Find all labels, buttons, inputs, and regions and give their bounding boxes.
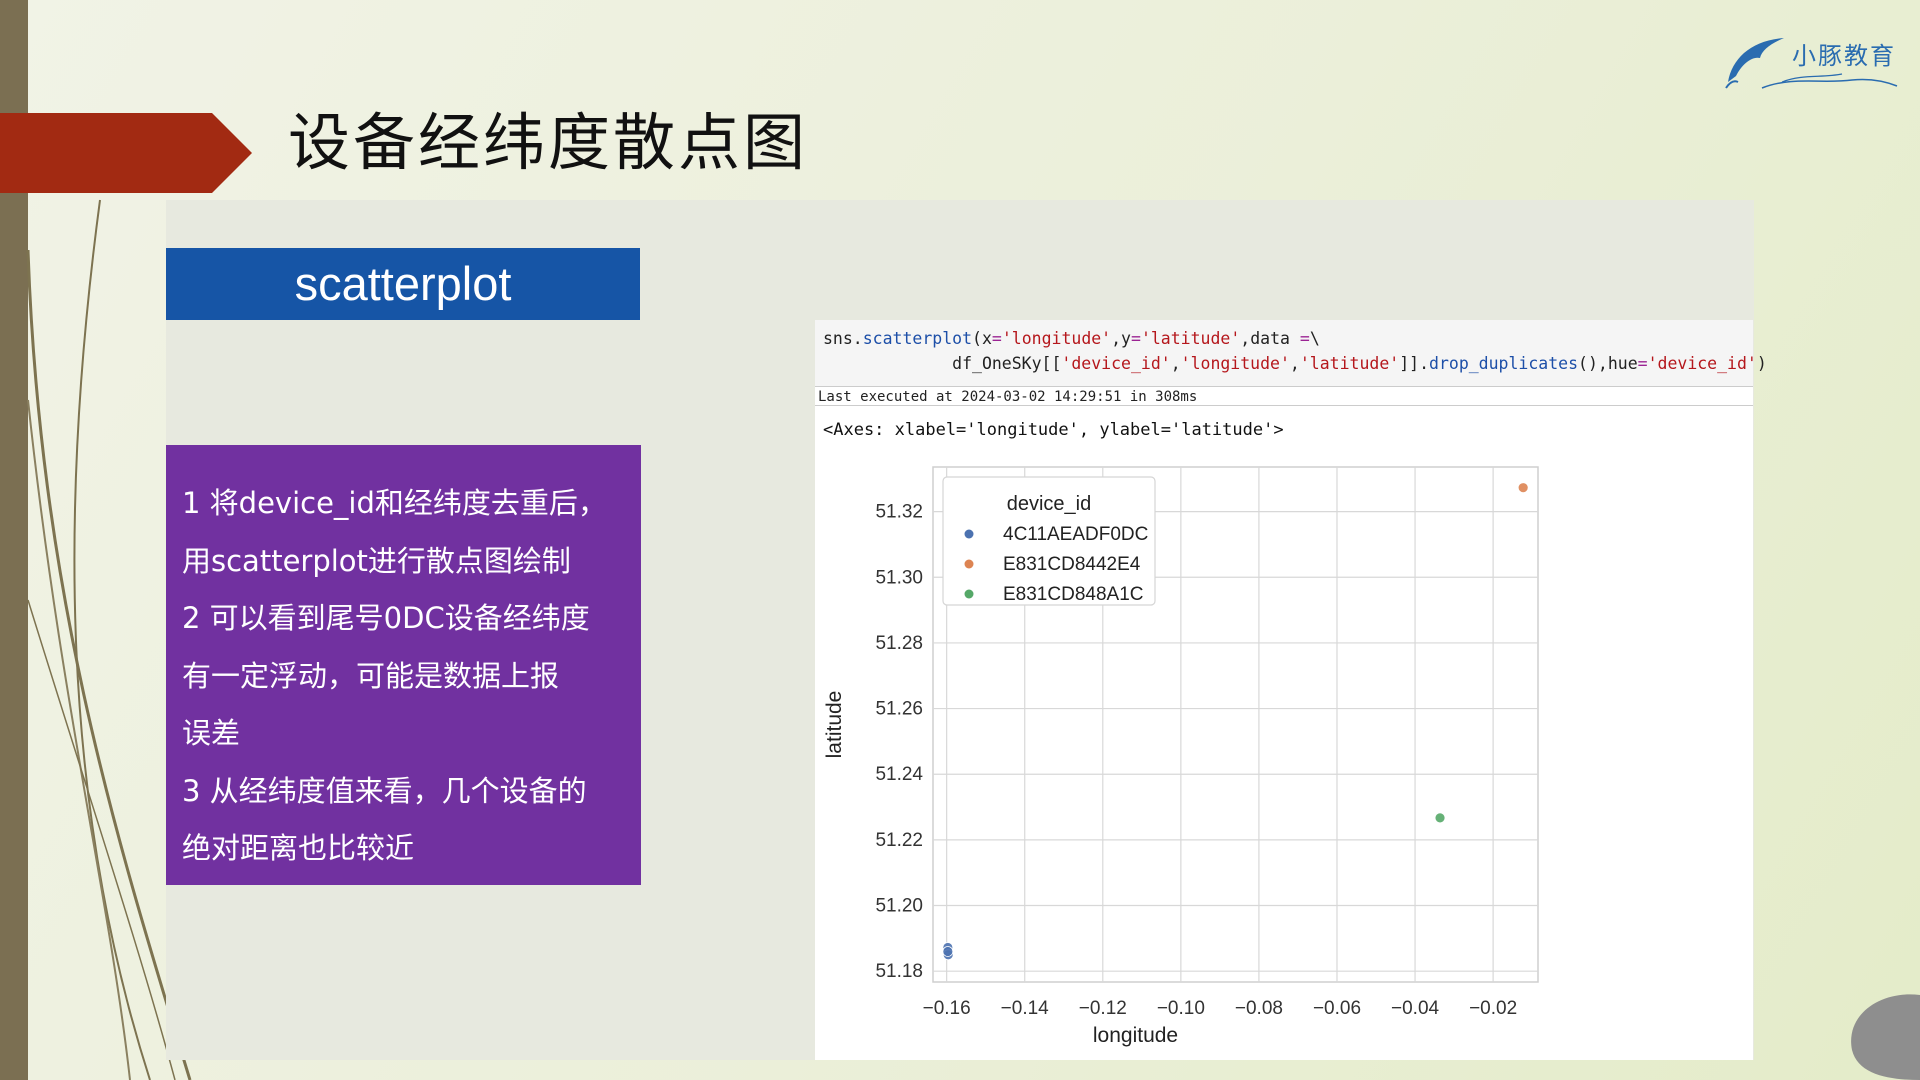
x-tick-label: −0.06 [1313,998,1361,1019]
y-tick-label: 51.22 [875,830,923,851]
x-tick-label: −0.10 [1157,998,1205,1019]
method-header: scatterplot [166,248,640,320]
legend-marker [964,559,974,569]
legend-label: 4C11AEADF0DC [1003,524,1148,545]
note-line: 有一定浮动，可能是数据上报 [182,658,560,693]
note-line: 绝对距离也比较近 [182,831,415,865]
cell-output-text: <Axes: xlabel='longitude', ylabel='latit… [823,420,1284,440]
note-line: 误差 [182,716,241,750]
note-line: 2 可以看到尾号0DC设备经纬度 [182,601,590,635]
legend-label: E831CD848A1C [1003,584,1143,605]
y-tick-label: 51.28 [875,633,923,654]
note-line: 3 从经纬度值来看，几个设备的 [182,773,587,808]
x-tick-label: −0.04 [1391,998,1440,1019]
y-tick-label: 51.24 [875,764,923,785]
x-tick-label: −0.02 [1469,998,1517,1019]
note-line: 用scatterplot进行散点图绘制 [182,543,571,578]
x-tick-label: −0.08 [1235,998,1283,1019]
y-tick-label: 51.26 [875,699,923,720]
data-point [1434,812,1446,824]
legend-marker [964,529,974,539]
legend-label: E831CD8442E4 [1003,554,1141,575]
logo-text: 小豚教育 [1792,42,1896,70]
corner-decoration [1851,994,1920,1080]
x-tick-label: −0.12 [1079,998,1127,1019]
notes-box: 1 将device_id和经纬度去重后， 用scatterplot进行散点图绘制… [166,445,641,885]
y-axis-label: latitude [823,691,846,759]
x-tick-label: −0.14 [1001,998,1050,1019]
legend-title: device_id [1007,493,1092,515]
y-tick-label: 51.30 [875,567,923,588]
execution-info: Last executed at 2024-03-02 14:29:51 in … [815,386,1753,406]
x-tick-label: −0.16 [923,998,971,1019]
code-cell[interactable]: sns.scatterplot(x='longitude',y='latitud… [815,320,1767,386]
legend-marker [964,589,974,599]
scatter-chart: −0.16 −0.14 −0.12 −0.10 −0.08 −0.06 −0.04 −0.02… [823,466,1539,1047]
data-point [942,946,954,957]
y-tick-label: 51.18 [875,961,923,982]
data-point [1517,482,1529,494]
y-tick-label: 51.20 [875,896,923,917]
title-arrow-decoration [0,113,252,193]
slide-title: 设备经纬度散点图 [288,106,809,179]
y-tick-label: 51.32 [875,502,923,523]
note-line: 1 将device_id和经纬度去重后， [182,486,607,520]
x-axis-label: longitude [1093,1024,1178,1047]
